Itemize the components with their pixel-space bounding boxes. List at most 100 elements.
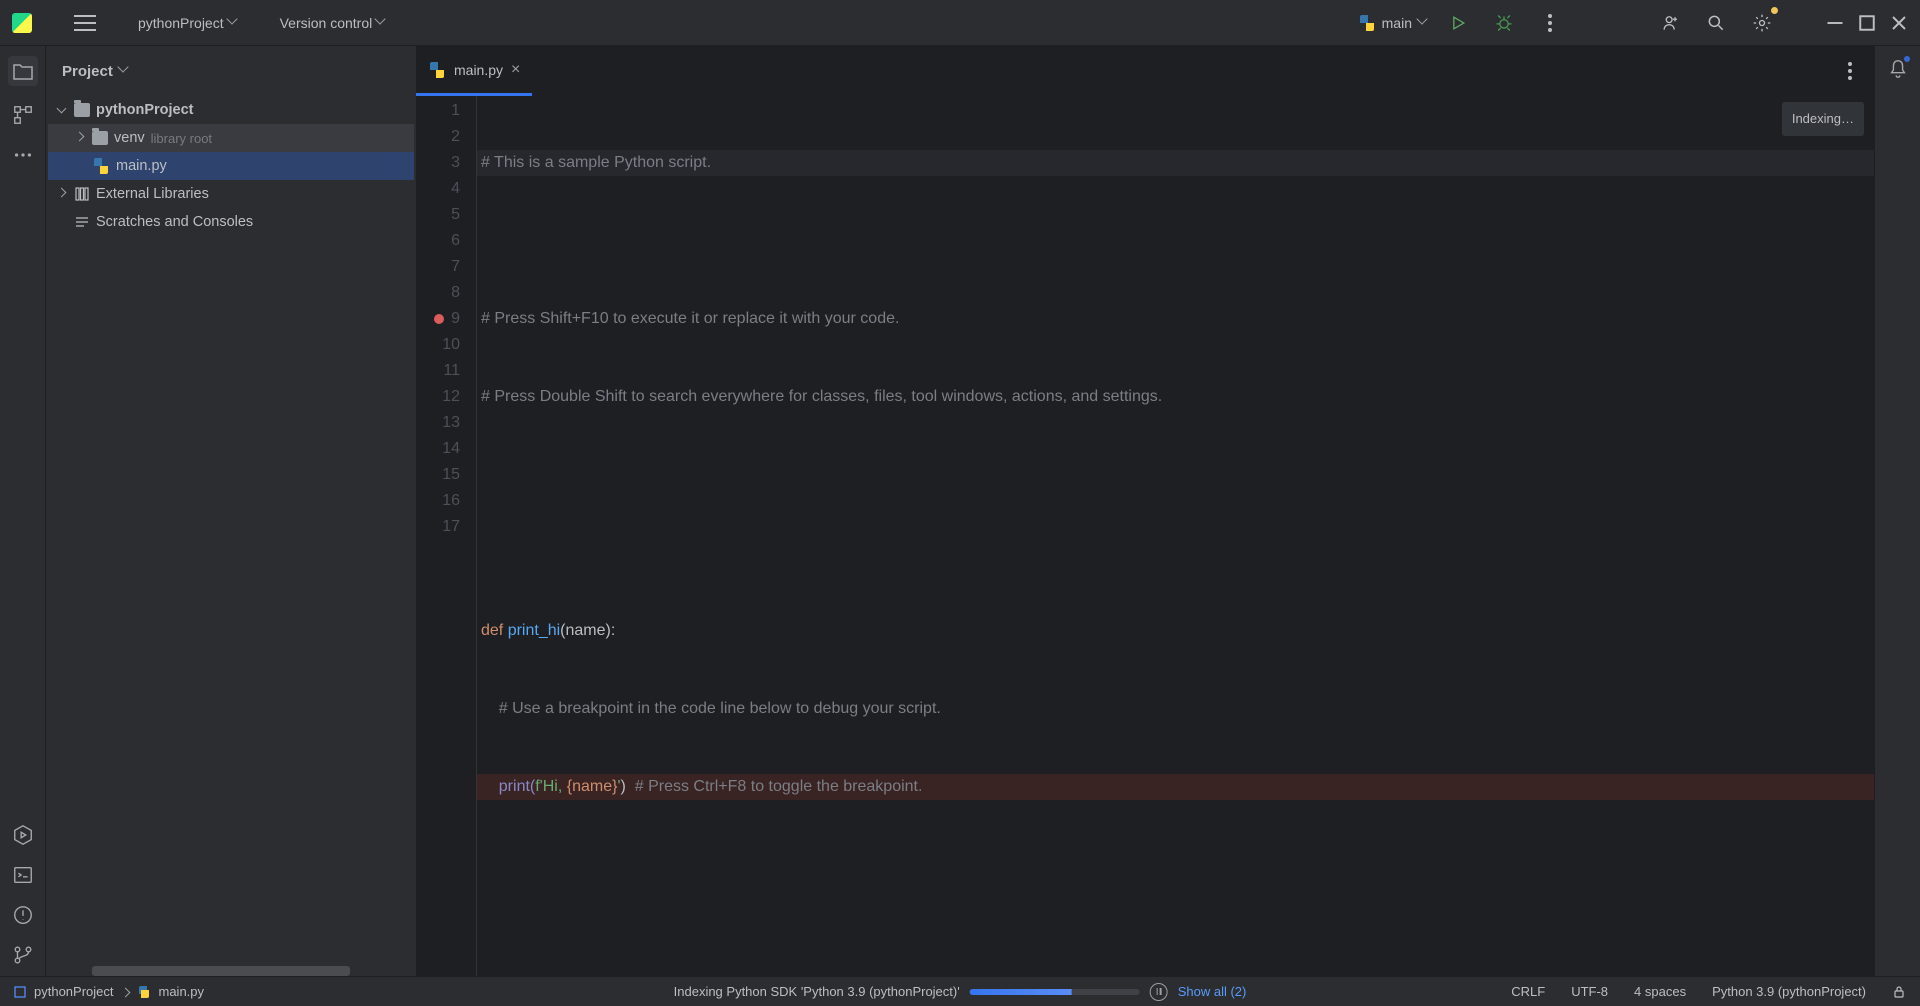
search-icon: [1706, 13, 1726, 33]
tab-filename: main.py: [454, 62, 503, 78]
editor-gutter[interactable]: 1 2 3 4 5 6 7 8 9 10 11 12 13 14 15 16 1…: [416, 96, 476, 976]
gutter-line[interactable]: 9: [416, 306, 476, 332]
progress-fill: [970, 989, 1072, 995]
project-name-label: pythonProject: [138, 15, 224, 31]
code-editor[interactable]: 1 2 3 4 5 6 7 8 9 10 11 12 13 14 15 16 1…: [416, 96, 1874, 976]
tree-external-libs[interactable]: External Libraries: [48, 180, 414, 208]
project-dropdown[interactable]: pythonProject: [138, 15, 238, 31]
search-everywhere-button[interactable]: [1700, 7, 1732, 39]
gutter-line[interactable]: 8: [416, 280, 476, 306]
horizontal-scrollbar[interactable]: [92, 966, 350, 976]
tree-root[interactable]: pythonProject: [48, 96, 414, 124]
tree-venv[interactable]: venv library root: [48, 124, 414, 152]
titlebar-left: pythonProject Version control: [12, 12, 386, 34]
python-icon: [428, 61, 446, 79]
gutter-line[interactable]: 14: [416, 436, 476, 462]
gutter-line[interactable]: 5: [416, 202, 476, 228]
editor-area: main.py × 1 2 3 4 5 6 7 8 9 10 11: [416, 46, 1874, 976]
right-tool-rail: [1874, 46, 1920, 976]
debug-button[interactable]: [1488, 7, 1520, 39]
project-tool-button[interactable]: [8, 56, 38, 86]
gutter-line[interactable]: 1: [416, 98, 476, 124]
gutter-line[interactable]: 7: [416, 254, 476, 280]
interpreter-widget[interactable]: Python 3.9 (pythonProject): [1712, 984, 1866, 999]
services-tool-button[interactable]: [12, 824, 34, 846]
encoding-widget[interactable]: UTF-8: [1571, 984, 1608, 999]
gutter-line[interactable]: 3: [416, 150, 476, 176]
run-config-dropdown[interactable]: main: [1358, 14, 1428, 32]
line-number: 9: [451, 310, 460, 327]
tab-more-button[interactable]: [1834, 55, 1866, 87]
code-token: def: [481, 622, 508, 639]
project-panel-header[interactable]: Project: [46, 46, 416, 96]
statusbar-right: CRLF UTF-8 4 spaces Python 3.9 (pythonPr…: [1511, 984, 1906, 999]
more-vertical-icon: [1548, 14, 1552, 32]
statusbar: pythonProject main.py Indexing Python SD…: [0, 976, 1920, 1006]
more-actions-button[interactable]: [1534, 7, 1566, 39]
gutter-line[interactable]: 10: [416, 332, 476, 358]
main-menu-button[interactable]: [74, 12, 96, 34]
library-icon: [74, 186, 90, 202]
run-button[interactable]: [1442, 7, 1474, 39]
gutter-line[interactable]: 12: [416, 384, 476, 410]
minimize-button[interactable]: [1826, 14, 1844, 32]
tree-scratches[interactable]: Scratches and Consoles: [48, 208, 414, 236]
indent-widget[interactable]: 4 spaces: [1634, 984, 1686, 999]
maximize-button[interactable]: [1858, 14, 1876, 32]
project-panel: Project pythonProject venv library root …: [46, 46, 416, 976]
gutter-line[interactable]: 15: [416, 462, 476, 488]
maximize-icon: [1858, 14, 1876, 32]
gutter-line[interactable]: 2: [416, 124, 476, 150]
breakpoint-icon[interactable]: [434, 314, 444, 324]
gutter-line[interactable]: 13: [416, 410, 476, 436]
show-all-link[interactable]: Show all (2): [1178, 984, 1247, 999]
tab-bar-actions: [1834, 46, 1874, 96]
tree-scratches-label: Scratches and Consoles: [96, 214, 253, 230]
notifications-button[interactable]: [1887, 58, 1909, 80]
code-with-me-button[interactable]: [1654, 7, 1686, 39]
collapse-arrow-icon[interactable]: [58, 189, 68, 199]
code-content[interactable]: # This is a sample Python script. # Pres…: [476, 96, 1874, 976]
terminal-tool-button[interactable]: [12, 864, 34, 886]
expand-arrow-icon[interactable]: [58, 105, 68, 115]
hexagon-play-icon: [12, 824, 34, 846]
vcs-dropdown[interactable]: Version control: [280, 15, 387, 31]
tree-main-py[interactable]: main.py: [48, 152, 414, 180]
tree-file-label: main.py: [116, 158, 167, 174]
background-tasks[interactable]: Indexing Python SDK 'Python 3.9 (pythonP…: [674, 983, 1247, 1001]
more-tools-button[interactable]: [12, 144, 34, 166]
python-icon: [137, 985, 151, 999]
code-token: print_hi: [508, 622, 560, 639]
chevron-down-icon: [119, 66, 129, 76]
collapse-arrow-icon[interactable]: [76, 133, 86, 143]
settings-button[interactable]: [1746, 7, 1778, 39]
gutter-line[interactable]: 16: [416, 488, 476, 514]
pause-button[interactable]: [1150, 983, 1168, 1001]
tree-extlibs-label: External Libraries: [96, 186, 209, 202]
titlebar: pythonProject Version control main: [0, 0, 1920, 46]
close-icon: [1890, 14, 1908, 32]
gutter-line[interactable]: 11: [416, 358, 476, 384]
folder-icon: [74, 103, 90, 117]
readonly-toggle[interactable]: [1892, 985, 1906, 999]
code-token: # Press Ctrl+F8 to toggle the breakpoint…: [635, 778, 923, 795]
chevron-down-icon: [228, 18, 238, 28]
gutter-line[interactable]: 17: [416, 514, 476, 540]
navigation-breadcrumb[interactable]: pythonProject main.py: [14, 984, 204, 999]
scratches-icon: [74, 214, 90, 230]
gutter-line[interactable]: 4: [416, 176, 476, 202]
app-icon: [12, 13, 32, 33]
vcs-label: Version control: [280, 15, 373, 31]
close-button[interactable]: [1890, 14, 1908, 32]
line-separator-widget[interactable]: CRLF: [1511, 984, 1545, 999]
problems-tool-button[interactable]: [12, 904, 34, 926]
module-icon: [14, 986, 26, 998]
code-token: ): [621, 778, 635, 795]
structure-tool-button[interactable]: [12, 104, 34, 126]
tab-close-button[interactable]: ×: [511, 61, 520, 79]
progress-bar: [970, 989, 1140, 995]
vcs-tool-button[interactable]: [12, 944, 34, 966]
gutter-line[interactable]: 6: [416, 228, 476, 254]
editor-tab-main-py[interactable]: main.py ×: [416, 46, 532, 96]
code-token: # Press Double Shift to search everywher…: [481, 388, 1162, 405]
